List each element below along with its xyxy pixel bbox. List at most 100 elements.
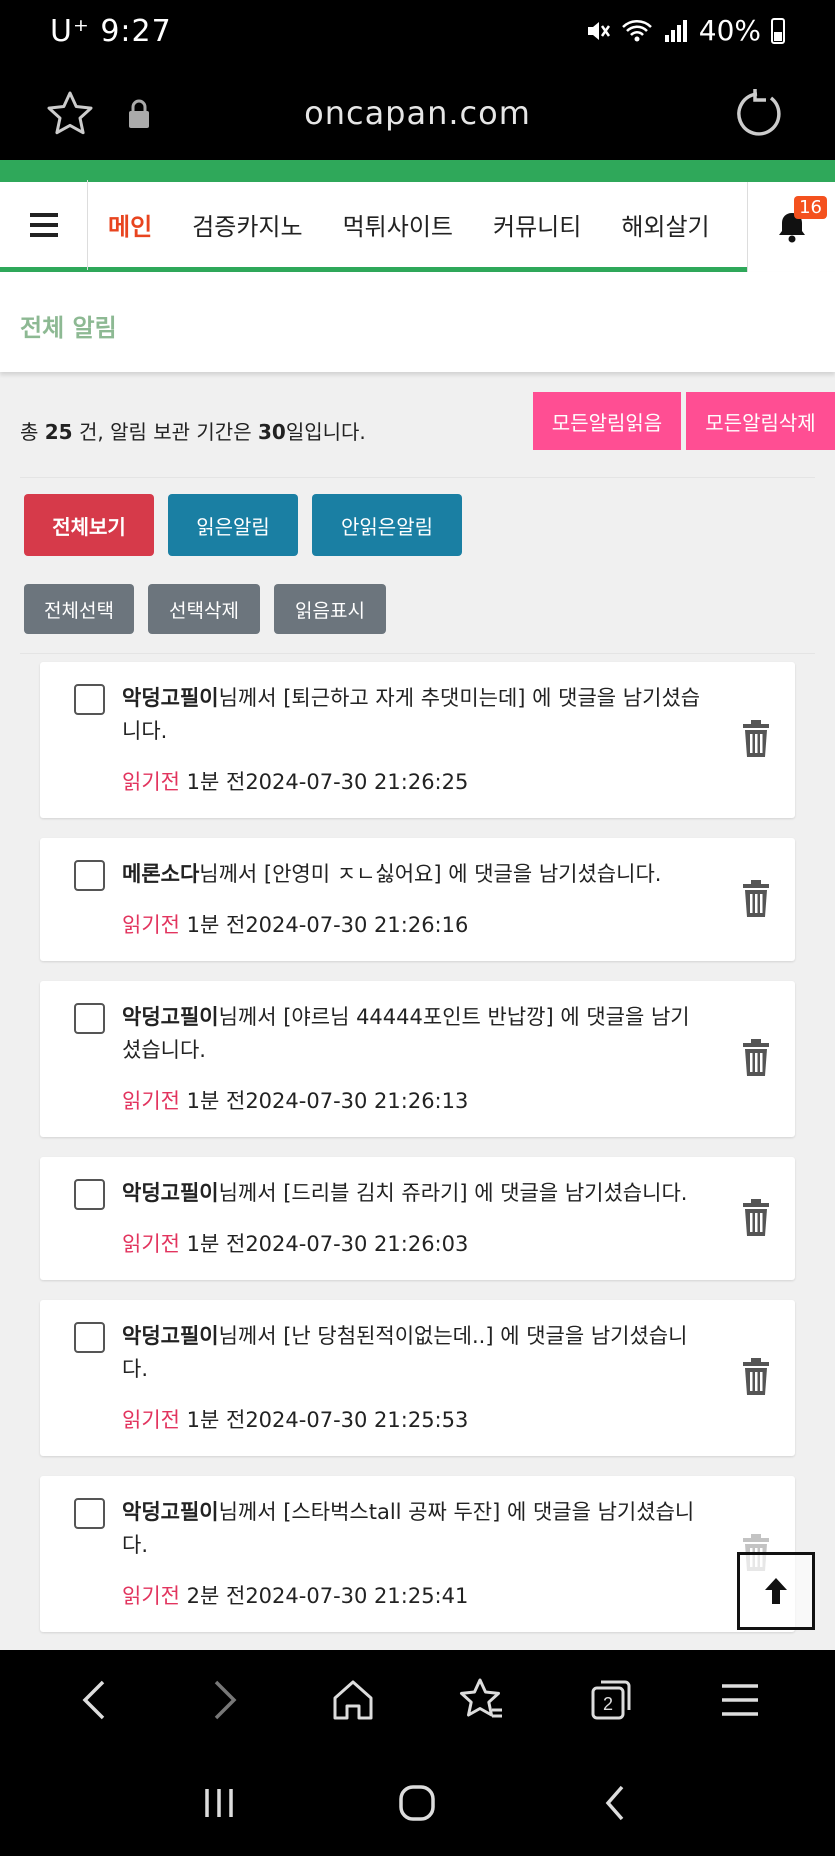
home-icon[interactable]: [327, 1674, 379, 1726]
nav-item-scam-sites[interactable]: 먹튀사이트: [323, 207, 473, 242]
notification-item[interactable]: 악덩고필이님께서 [스타벅스tall 공짜 두잔] 에 댓글을 남기셨습니다. …: [40, 1476, 795, 1632]
notification-message[interactable]: 악덩고필이님께서 [난 당첨된적이없는데..] 에 댓글을 남기셨습니다.: [122, 1320, 705, 1386]
filter-read-button[interactable]: 읽은알림: [168, 494, 298, 556]
filter-row: 전체보기 읽은알림 안읽은알림: [0, 472, 835, 582]
bookmarks-icon[interactable]: [456, 1674, 508, 1726]
trash-icon[interactable]: [741, 1039, 771, 1077]
notification-checkbox[interactable]: [74, 1003, 105, 1034]
notification-checkbox[interactable]: [74, 1498, 105, 1529]
arrow-up-icon: [765, 1578, 787, 1604]
trash-icon[interactable]: [741, 1198, 771, 1237]
browser-url-bar: oncapan.com: [0, 68, 835, 160]
system-nav-bar: [0, 1750, 835, 1856]
status-bar: U⁺ 9:27 40%: [0, 0, 835, 68]
notification-user: 악덩고필이: [122, 686, 219, 710]
unread-label: 읽기전: [122, 913, 180, 937]
notification-checkbox[interactable]: [74, 684, 105, 715]
notification-user: 악덩고필이: [122, 1500, 219, 1524]
back-icon[interactable]: [69, 1674, 121, 1726]
scroll-to-top-button[interactable]: [737, 1552, 815, 1630]
mark-all-read-button[interactable]: 모든알림읽음: [533, 392, 681, 450]
unread-label: 읽기전: [122, 770, 180, 794]
page-title: 전체 알림: [20, 314, 117, 342]
forward-icon[interactable]: [198, 1674, 250, 1726]
notification-user: 메론소다: [122, 862, 200, 886]
header-strip: [0, 160, 835, 182]
nav-items: 메인 검증카지노 먹튀사이트 커뮤니티 해외살기: [88, 182, 748, 267]
notification-checkbox[interactable]: [74, 1179, 105, 1210]
notification-meta: 읽기전 1분 전2024-07-30 21:26:03: [122, 1228, 705, 1258]
notification-user: 악덩고필이: [122, 1181, 219, 1205]
notification-message[interactable]: 악덩고필이님께서 [퇴근하고 자게 추댓미는데] 에 댓글을 남기셨습니다.: [122, 682, 705, 748]
nav-item-verified-casino[interactable]: 검증카지노: [172, 207, 322, 242]
filter-unread-button[interactable]: 안읽은알림: [312, 494, 462, 556]
page-content: 메인 검증카지노 먹튀사이트 커뮤니티 해외살기 16 전체 알림 총 25 건…: [0, 160, 835, 1650]
status-icons: 40%: [585, 14, 785, 47]
notification-time: 1분 전2024-07-30 21:26:25: [179, 770, 469, 794]
carrier-time: U⁺ 9:27: [50, 14, 172, 49]
notification-item[interactable]: 악덩고필이님께서 [난 당첨된적이없는데..] 에 댓글을 남기셨습니다. 읽기…: [40, 1300, 795, 1456]
notification-user: 악덩고필이: [122, 1324, 219, 1348]
nav-item-main[interactable]: 메인: [88, 207, 172, 242]
wifi-icon: [621, 19, 652, 41]
notification-checkbox[interactable]: [74, 1322, 105, 1353]
notification-count-badge: 16: [794, 196, 827, 219]
notification-meta: 읽기전 2분 전2024-07-30 21:25:41: [122, 1580, 705, 1610]
notification-item[interactable]: 악덩고필이님께서 [야르님 44444포인트 반납깡] 에 댓글을 남기셨습니다…: [40, 981, 795, 1137]
notification-checkbox[interactable]: [74, 860, 105, 891]
notification-time: 1분 전2024-07-30 21:26:13: [179, 1089, 469, 1113]
unread-label: 읽기전: [122, 1232, 180, 1256]
menu-button[interactable]: [0, 179, 88, 270]
recent-apps-icon[interactable]: [197, 1781, 241, 1825]
tabs-icon[interactable]: 2: [585, 1674, 637, 1726]
battery-percent: 40%: [698, 14, 761, 47]
notification-message[interactable]: 악덩고필이님께서 [스타벅스tall 공짜 두잔] 에 댓글을 남기셨습니다.: [122, 1496, 705, 1562]
summary-row: 총 25 건, 알림 보관 기간은 30일입니다. 모든알림읽음 모든알림삭제: [0, 372, 835, 472]
unread-label: 읽기전: [122, 1089, 180, 1113]
notification-time: 1분 전2024-07-30 21:25:53: [179, 1408, 469, 1432]
site-nav: 메인 검증카지노 먹튀사이트 커뮤니티 해외살기 16: [0, 179, 835, 272]
notification-meta: 읽기전 1분 전2024-07-30 21:26:25: [122, 766, 705, 796]
action-row: 전체선택 선택삭제 읽음표시: [0, 582, 835, 662]
svg-text:2: 2: [603, 1694, 613, 1714]
browser-bottom-nav: 2: [0, 1650, 835, 1750]
filter-all-button[interactable]: 전체보기: [24, 494, 154, 556]
notification-meta: 읽기전 1분 전2024-07-30 21:25:53: [122, 1404, 705, 1434]
trash-icon[interactable]: [741, 1358, 771, 1396]
url-text[interactable]: oncapan.com: [0, 94, 835, 132]
delete-all-button[interactable]: 모든알림삭제: [686, 392, 835, 450]
battery-icon: [771, 17, 785, 44]
browser-menu-icon[interactable]: [714, 1674, 766, 1726]
delete-selected-button[interactable]: 선택삭제: [148, 584, 260, 634]
select-all-button[interactable]: 전체선택: [24, 584, 134, 634]
notification-message[interactable]: 악덩고필이님께서 [드리블 김치 쥬라기] 에 댓글을 남기셨습니다.: [122, 1177, 705, 1210]
total-count: 25: [44, 420, 73, 444]
trash-icon[interactable]: [741, 879, 771, 918]
summary-prefix: 총: [20, 420, 45, 444]
trash-icon[interactable]: [741, 720, 771, 758]
notification-item[interactable]: 메론소다님께서 [안영미 ㅈㄴ싫어요] 에 댓글을 남기셨습니다. 읽기전 1분…: [40, 838, 795, 961]
nav-item-living-abroad[interactable]: 해외살기: [601, 207, 729, 242]
mute-icon: [587, 21, 610, 40]
notification-list: 악덩고필이님께서 [퇴근하고 자게 추댓미는데] 에 댓글을 남기셨습니다. 읽…: [0, 662, 835, 1632]
notification-time: 1분 전2024-07-30 21:26:03: [179, 1232, 469, 1256]
system-home-icon[interactable]: [395, 1781, 439, 1825]
notification-user: 악덩고필이: [122, 1005, 219, 1029]
retention-days: 30: [257, 420, 286, 444]
unread-label: 읽기전: [122, 1408, 180, 1432]
notification-time: 1분 전2024-07-30 21:26:16: [179, 913, 469, 937]
notification-item[interactable]: 악덩고필이님께서 [드리블 김치 쥬라기] 에 댓글을 남기셨습니다. 읽기전 …: [40, 1157, 795, 1280]
notification-bell-button[interactable]: 16: [747, 182, 835, 272]
system-back-icon[interactable]: [594, 1781, 638, 1825]
notification-text: 님께서 [드리블 김치 쥬라기] 에 댓글을 남기셨습니다.: [218, 1181, 688, 1205]
nav-item-community[interactable]: 커뮤니티: [473, 207, 601, 242]
reload-icon[interactable]: [733, 88, 785, 140]
page-title-bar: 전체 알림: [0, 272, 835, 372]
notification-meta: 읽기전 1분 전2024-07-30 21:26:13: [122, 1085, 705, 1115]
notification-item[interactable]: 악덩고필이님께서 [퇴근하고 자게 추댓미는데] 에 댓글을 남기셨습니다. 읽…: [40, 662, 795, 818]
signal-icon: [664, 19, 687, 42]
notification-message[interactable]: 메론소다님께서 [안영미 ㅈㄴ싫어요] 에 댓글을 남기셨습니다.: [122, 858, 705, 891]
notification-message[interactable]: 악덩고필이님께서 [야르님 44444포인트 반납깡] 에 댓글을 남기셨습니다…: [122, 1001, 705, 1067]
notification-text: 님께서 [안영미 ㅈㄴ싫어요] 에 댓글을 남기셨습니다.: [199, 862, 662, 886]
mark-read-button[interactable]: 읽음표시: [274, 584, 386, 634]
